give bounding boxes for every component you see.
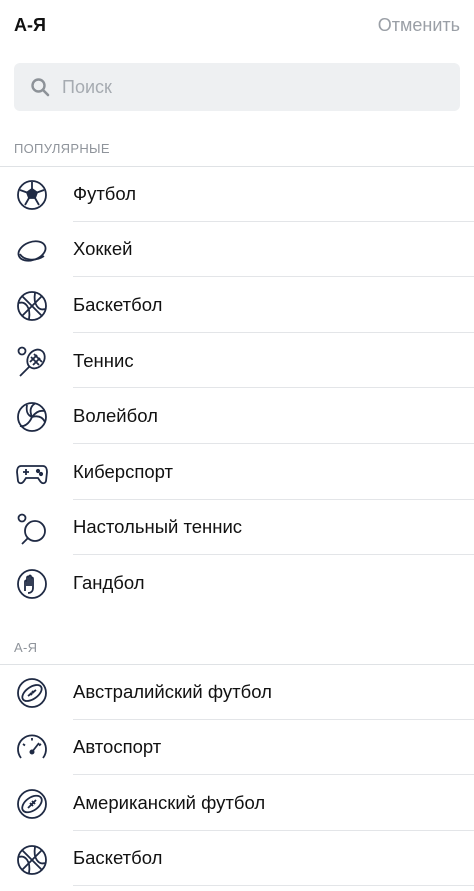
basketball-icon <box>15 289 49 323</box>
sport-label: Волейбол <box>73 405 158 427</box>
sport-label: Футбол <box>73 182 137 204</box>
sport-item-australian-football[interactable]: Австралийский футбол <box>0 664 474 720</box>
sport-label: Гандбол <box>73 571 145 593</box>
sport-item-volleyball[interactable]: Волейбол <box>0 388 474 444</box>
tennis-racket-icon <box>15 345 49 379</box>
row-divider <box>73 885 474 886</box>
sport-label: Американский футбол <box>73 791 266 813</box>
popular-sports-list: Футбол Хоккей Баскетбол Теннис Волейбол … <box>0 166 474 611</box>
page-title: А-Я <box>14 15 46 35</box>
sport-label: Баскетбол <box>73 293 163 315</box>
cancel-button[interactable]: Отменить <box>378 15 460 36</box>
sport-item-basketball-az[interactable]: Баскетбол <box>0 831 474 886</box>
sport-item-esports[interactable]: Киберспорт <box>0 444 474 500</box>
sport-item-football[interactable]: Футбол <box>0 166 474 222</box>
search-input[interactable] <box>62 63 442 111</box>
top-bar: А-Я Отменить <box>0 0 474 52</box>
az-sports-list: Австралийский футбол Автоспорт Американс… <box>0 664 474 886</box>
aussie-football-icon <box>15 676 49 710</box>
sport-label: Баскетбол <box>73 847 163 869</box>
sport-item-handball[interactable]: Гандбол <box>0 555 474 611</box>
search-field[interactable] <box>14 63 460 111</box>
handball-icon <box>15 567 49 601</box>
sport-item-table-tennis[interactable]: Настольный теннис <box>0 500 474 556</box>
sport-item-motorsport[interactable]: Автоспорт <box>0 720 474 775</box>
section-header-az: А-Я <box>14 640 38 655</box>
sport-item-basketball[interactable]: Баскетбол <box>0 277 474 333</box>
sport-label: Теннис <box>73 349 134 371</box>
ping-pong-paddle-icon <box>15 512 49 546</box>
basketball-icon <box>15 843 49 877</box>
sport-label: Автоспорт <box>73 736 162 758</box>
sport-item-hockey[interactable]: Хоккей <box>0 222 474 278</box>
section-header-popular: ПОПУЛЯРНЫЕ <box>14 141 110 156</box>
hockey-puck-icon <box>15 234 49 268</box>
speedometer-icon <box>15 732 49 766</box>
volleyball-icon <box>15 400 49 434</box>
sports-picker-screen: А-Я Отменить ПОПУЛЯРНЫЕ Футбол <box>0 0 474 891</box>
sport-label: Хоккей <box>73 238 133 260</box>
gamepad-icon <box>15 456 49 490</box>
sport-label: Австралийский футбол <box>73 680 272 702</box>
sport-item-tennis[interactable]: Теннис <box>0 333 474 389</box>
sport-item-american-football[interactable]: Американский футбол <box>0 775 474 831</box>
american-football-icon <box>15 787 49 821</box>
sport-label: Настольный теннис <box>73 516 243 538</box>
search-icon <box>31 78 50 97</box>
sport-label: Киберспорт <box>73 460 173 482</box>
soccer-ball-icon <box>15 178 49 212</box>
